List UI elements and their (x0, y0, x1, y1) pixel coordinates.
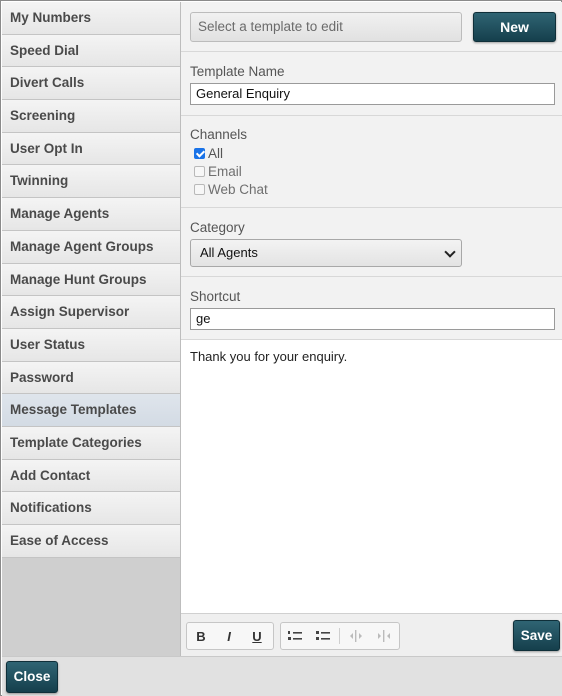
category-label: Category (190, 220, 245, 235)
channel-email-checkbox[interactable] (194, 165, 205, 177)
sidebar-item-message-templates[interactable]: Message Templates (2, 394, 180, 427)
template-name-section: Template Name General Enquiry (181, 52, 562, 116)
sidebar-item-divert-calls[interactable]: Divert Calls (2, 67, 180, 101)
outdent-icon (350, 630, 362, 642)
sidebar-item-user-status[interactable]: User Status (2, 328, 180, 362)
channels-section: Channels All Email Web Chat (181, 116, 562, 208)
sidebar-item-screening[interactable]: Screening (2, 100, 180, 133)
channel-webchat-label: Web Chat (208, 181, 268, 197)
shortcut-section: Shortcut ge (181, 277, 562, 340)
bullet-list-icon (316, 631, 330, 640)
window: My Numbers Speed Dial Divert Calls Scree… (0, 0, 562, 696)
template-select-dropdown[interactable]: Select a template to edit (190, 12, 462, 42)
sidebar-item-manage-agents[interactable]: Manage Agents (2, 198, 180, 231)
channel-all-label: All (208, 145, 224, 161)
shortcut-label: Shortcut (190, 289, 241, 304)
sidebar-item-my-numbers[interactable]: My Numbers (2, 2, 180, 35)
editor-toolbar: B I U Save (181, 614, 562, 656)
footer-bar: Close (2, 656, 562, 696)
message-editor[interactable]: Thank you for your enquiry. (181, 340, 562, 614)
close-button[interactable]: Close (6, 661, 58, 693)
sidebar-item-user-opt-in[interactable]: User Opt In (2, 132, 180, 166)
sidebar-item-twinning[interactable]: Twinning (2, 165, 180, 199)
channel-all-row[interactable]: All (194, 145, 223, 161)
message-editor-content: Thank you for your enquiry. (190, 349, 348, 364)
template-name-label: Template Name (190, 64, 285, 79)
save-button[interactable]: Save (513, 620, 560, 651)
sidebar-item-ease-of-access[interactable]: Ease of Access (2, 525, 180, 558)
ordered-list-button[interactable] (281, 623, 309, 649)
sidebar-item-assign-supervisor[interactable]: Assign Supervisor (2, 296, 180, 329)
channel-email-label: Email (208, 163, 242, 179)
format-button-group: B I U (186, 622, 274, 650)
chevron-down-icon (444, 246, 456, 258)
sidebar: My Numbers Speed Dial Divert Calls Scree… (2, 2, 181, 656)
underline-button[interactable]: U (243, 623, 271, 649)
ordered-list-icon (288, 631, 302, 640)
template-select-row: Select a template to edit New (181, 2, 562, 52)
new-button[interactable]: New (473, 12, 556, 42)
channel-all-checkbox[interactable] (194, 147, 205, 159)
bullet-list-button[interactable] (309, 623, 337, 649)
template-name-input[interactable]: General Enquiry (190, 83, 555, 105)
indent-icon (378, 630, 390, 642)
bold-button[interactable]: B (187, 623, 215, 649)
outdent-button[interactable] (342, 623, 370, 649)
channel-email-row[interactable]: Email (194, 163, 242, 179)
category-selected-value: All Agents (200, 245, 258, 260)
list-button-group (280, 622, 400, 650)
sidebar-item-manage-hunt-groups[interactable]: Manage Hunt Groups (2, 263, 180, 297)
category-select[interactable]: All Agents (190, 239, 462, 267)
italic-button[interactable]: I (215, 623, 243, 649)
indent-button[interactable] (370, 623, 398, 649)
sidebar-item-add-contact[interactable]: Add Contact (2, 459, 180, 493)
sidebar-item-template-categories[interactable]: Template Categories (2, 426, 180, 460)
sidebar-item-password[interactable]: Password (2, 361, 180, 395)
sidebar-item-manage-agent-groups[interactable]: Manage Agent Groups (2, 230, 180, 264)
shortcut-input[interactable]: ge (190, 308, 555, 330)
template-editor-panel: Select a template to edit New Template N… (181, 2, 562, 656)
channels-label: Channels (190, 127, 248, 142)
channel-webchat-row[interactable]: Web Chat (194, 181, 268, 197)
sidebar-item-notifications[interactable]: Notifications (2, 492, 180, 525)
channel-webchat-checkbox[interactable] (194, 183, 205, 195)
sidebar-item-speed-dial[interactable]: Speed Dial (2, 34, 180, 68)
toolbar-divider (339, 628, 340, 644)
